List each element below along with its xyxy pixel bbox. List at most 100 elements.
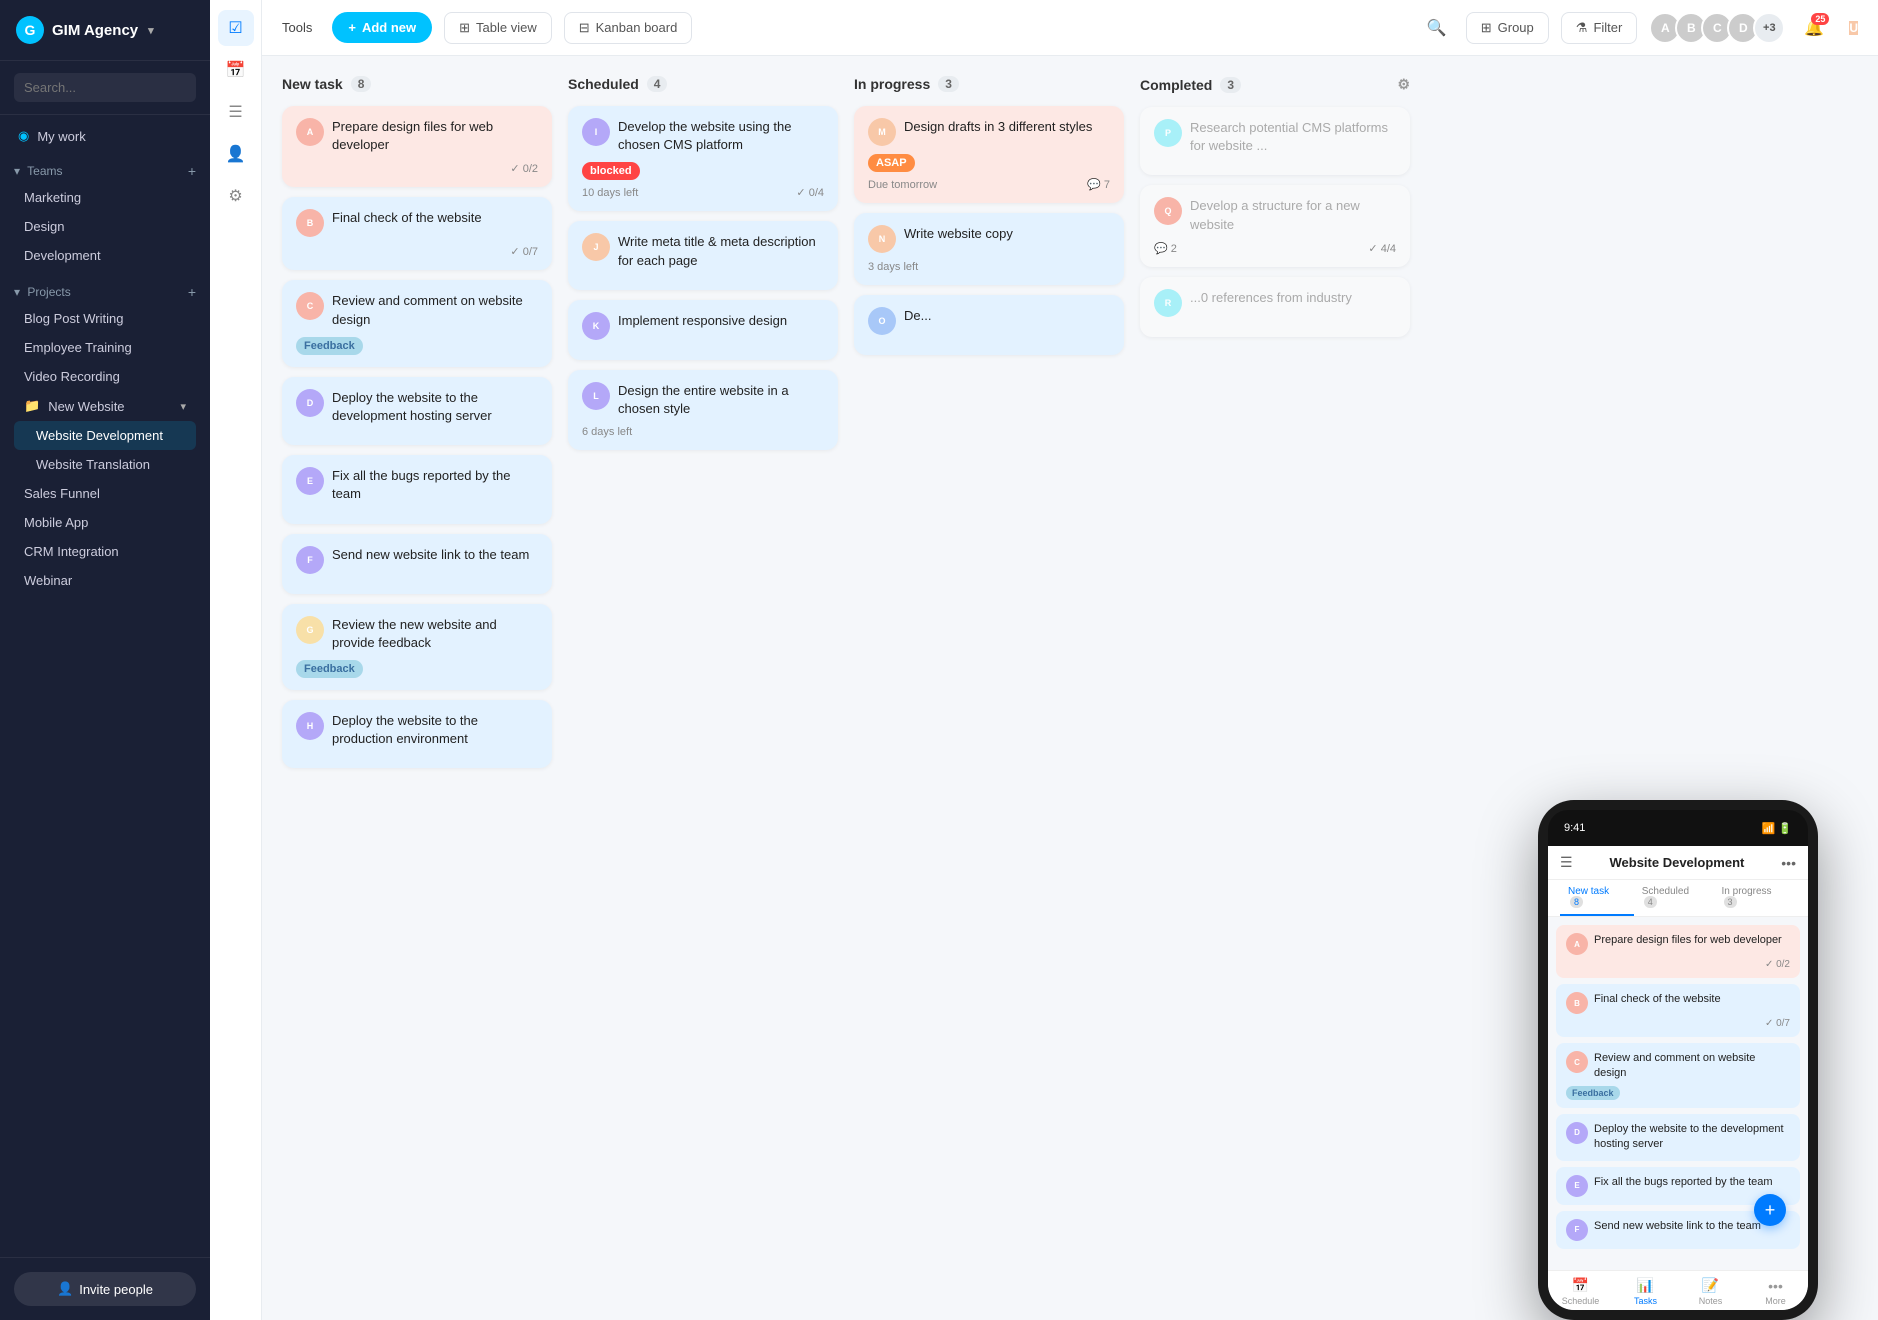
website-development-label: Website Development <box>36 428 163 443</box>
employee-training-label: Employee Training <box>24 340 132 355</box>
phone-card-title-2: Final check of the website <box>1594 992 1790 1007</box>
phone-nav-notes[interactable]: 📝 Notes <box>1678 1277 1743 1306</box>
phone-card-1[interactable]: A Prepare design files for web developer… <box>1556 925 1800 978</box>
sidebar-item-sales-funnel[interactable]: Sales Funnel <box>14 479 196 508</box>
search-container <box>0 61 210 115</box>
kanban-board-button[interactable]: ⊟ Kanban board <box>564 12 693 44</box>
teams-chevron[interactable]: ▾ <box>14 164 20 178</box>
card-fix-bugs[interactable]: E Fix all the bugs reported by the team <box>282 455 552 523</box>
sidebar-item-design[interactable]: Design <box>14 212 196 241</box>
sidebar-item-blog-post[interactable]: Blog Post Writing <box>14 304 196 333</box>
new-website-chevron[interactable]: ▾ <box>180 400 186 413</box>
card-avatar-c3: R <box>1154 289 1182 317</box>
phone-card-3[interactable]: C Review and comment on website design F… <box>1556 1043 1800 1108</box>
sidebar-item-employee-training[interactable]: Employee Training <box>14 333 196 362</box>
group-button[interactable]: ⊞ Group <box>1466 12 1549 44</box>
strip-icon-person[interactable]: 👤 <box>218 136 254 172</box>
card-deploy-dev[interactable]: D Deploy the website to the development … <box>282 377 552 445</box>
search-button[interactable]: 🔍 <box>1420 11 1454 45</box>
card-send-link[interactable]: F Send new website link to the team <box>282 534 552 594</box>
logo-icon: G <box>16 16 44 44</box>
card-tag-ip1: ASAP <box>868 154 915 172</box>
phone-nav-tasks[interactable]: 📊 Tasks <box>1613 1277 1678 1306</box>
phone-tab-in-progress[interactable]: In progress 3 <box>1714 880 1796 916</box>
phone-tab-scheduled[interactable]: Scheduled 4 <box>1634 880 1714 916</box>
card-review-comment[interactable]: C Review and comment on website design F… <box>282 280 552 366</box>
marketing-label: Marketing <box>24 190 81 205</box>
phone-av-4: D <box>1566 1122 1588 1144</box>
sidebar-item-development[interactable]: Development <box>14 241 196 270</box>
card-avatar-1: A <box>296 118 324 146</box>
card-meta-titles[interactable]: J Write meta title & meta description fo… <box>568 221 838 289</box>
app-dropdown-icon[interactable]: ▾ <box>148 24 154 37</box>
card-final-check[interactable]: B Final check of the website ✓ 0/7 <box>282 197 552 270</box>
sidebar-item-website-translation[interactable]: Website Translation <box>14 450 196 479</box>
kanban-icon: ⊟ <box>579 20 590 36</box>
sidebar-item-crm-integration[interactable]: CRM Integration <box>14 537 196 566</box>
phone-tab-new-task[interactable]: New task 8 <box>1560 880 1634 916</box>
development-label: Development <box>24 248 101 263</box>
app-name: GIM Agency <box>52 22 138 39</box>
table-view-button[interactable]: ⊞ Table view <box>444 12 552 44</box>
phone-nav-schedule[interactable]: 📅 Schedule <box>1548 1277 1613 1306</box>
strip-icon-list[interactable]: ☰ <box>218 94 254 130</box>
sidebar-item-marketing[interactable]: Marketing <box>14 183 196 212</box>
card-title-s1: Develop the website using the chosen CMS… <box>618 118 824 154</box>
notification-button[interactable]: 🔔 25 <box>1797 11 1831 45</box>
card-write-copy[interactable]: N Write website copy 3 days left <box>854 213 1124 285</box>
card-tag-7: Feedback <box>296 660 363 678</box>
table-icon: ⊞ <box>459 20 470 36</box>
scheduled-title: Scheduled <box>568 76 639 92</box>
card-prepare-design-files[interactable]: A Prepare design files for web developer… <box>282 106 552 187</box>
video-recording-label: Video Recording <box>24 369 120 384</box>
card-references[interactable]: R ...0 references from industry <box>1140 277 1410 337</box>
phone-card-2[interactable]: B Final check of the website ✓ 0/7 <box>1556 984 1800 1037</box>
sidebar-item-website-development[interactable]: Website Development <box>14 421 196 450</box>
projects-add-icon[interactable]: + <box>188 284 196 300</box>
sidebar-item-mobile-app[interactable]: Mobile App <box>14 508 196 537</box>
strip-icon-calendar[interactable]: 📅 <box>218 52 254 88</box>
card-develop-cms[interactable]: I Develop the website using the chosen C… <box>568 106 838 211</box>
phone-tabs: New task 8 Scheduled 4 In progress 3 <box>1548 880 1808 917</box>
card-develop-structure[interactable]: Q Develop a structure for a new website … <box>1140 185 1410 266</box>
card-design-style[interactable]: L Design the entire website in a chosen … <box>568 370 838 450</box>
card-avatar-2: B <box>296 209 324 237</box>
scheduled-count: 4 <box>647 76 668 92</box>
card-develop-partial[interactable]: O De... <box>854 295 1124 355</box>
card-review-new-website[interactable]: G Review the new website and provide fee… <box>282 604 552 690</box>
filter-button[interactable]: ⚗ Filter <box>1561 12 1638 44</box>
teams-section: ▾ Teams + Marketing Design Development <box>0 153 210 274</box>
projects-chevron[interactable]: ▾ <box>14 285 20 299</box>
search-input[interactable] <box>14 73 196 102</box>
sidebar-item-new-website[interactable]: 📁 New Website ▾ <box>14 391 196 421</box>
teams-add-icon[interactable]: + <box>188 163 196 179</box>
phone-card-4[interactable]: D Deploy the website to the development … <box>1556 1114 1800 1161</box>
card-responsive-design[interactable]: K Implement responsive design <box>568 300 838 360</box>
card-title-ip2: Write website copy <box>904 225 1013 243</box>
card-design-drafts[interactable]: M Design drafts in 3 different styles AS… <box>854 106 1124 203</box>
card-avatar-s1: I <box>582 118 610 146</box>
card-avatar-7: G <box>296 616 324 644</box>
card-research-cms[interactable]: P Research potential CMS platforms for w… <box>1140 107 1410 175</box>
phone-card-footer-2: ✓ 0/7 <box>1566 1018 1790 1029</box>
sidebar-item-webinar[interactable]: Webinar <box>14 566 196 595</box>
phone-fab-button[interactable]: + <box>1754 1194 1786 1226</box>
invite-people-button[interactable]: 👤 Invite people <box>14 1272 196 1306</box>
add-new-button[interactable]: + Add new <box>332 12 432 43</box>
app-logo[interactable]: G GIM Agency ▾ <box>0 0 210 61</box>
card-deploy-production[interactable]: H Deploy the website to the production e… <box>282 700 552 768</box>
strip-icon-settings[interactable]: ⚙ <box>218 178 254 214</box>
phone-nav-more[interactable]: ••• More <box>1743 1277 1808 1306</box>
sidebar-item-mywork[interactable]: ◉ My work <box>8 121 202 151</box>
phone-more-icon[interactable]: ••• <box>1781 855 1796 871</box>
sidebar-item-video-recording[interactable]: Video Recording <box>14 362 196 391</box>
phone-menu-icon[interactable]: ☰ <box>1560 854 1573 871</box>
column-settings-icon[interactable]: ⚙ <box>1397 76 1410 93</box>
card-title-6: Send new website link to the team <box>332 546 529 564</box>
phone-shell: 9:41 📶 🔋 ☰ Website Development ••• New t… <box>1538 800 1818 1320</box>
teams-header: ▾ Teams + <box>14 163 196 179</box>
card-title-3: Review and comment on website design <box>332 292 538 328</box>
avatar-count[interactable]: +3 <box>1753 12 1785 44</box>
user-avatar[interactable]: U <box>1849 21 1858 35</box>
strip-icon-check[interactable]: ☑ <box>218 10 254 46</box>
